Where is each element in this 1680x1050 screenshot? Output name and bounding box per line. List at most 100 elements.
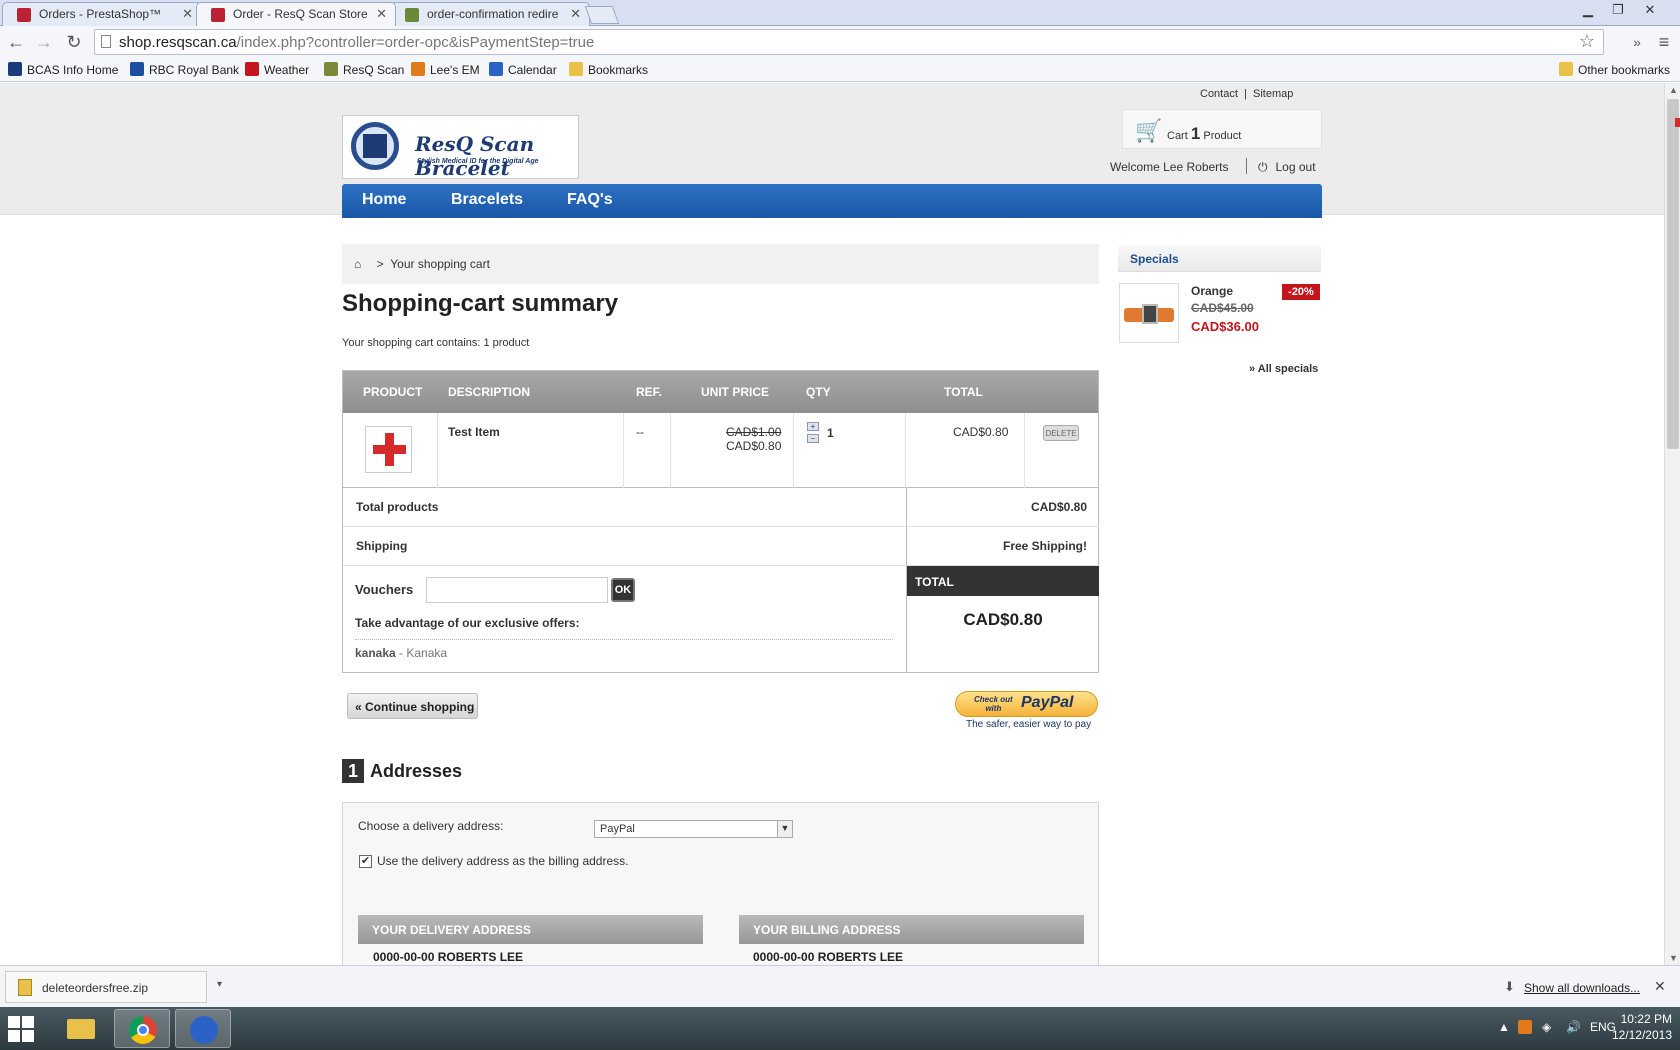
- bookmark-calendar[interactable]: Calendar: [489, 62, 557, 77]
- scroll-up-icon[interactable]: ▲: [1669, 85, 1678, 95]
- voucher-ok-button[interactable]: OK: [611, 578, 635, 602]
- nav-bracelets[interactable]: Bracelets: [451, 191, 523, 209]
- contact-link[interactable]: Contact: [1200, 88, 1238, 100]
- voucher-input[interactable]: [426, 577, 608, 603]
- url-host: shop.resqscan.ca: [119, 34, 237, 51]
- main-navigation: Home Bracelets FAQ's: [342, 184, 1322, 218]
- nav-home[interactable]: Home: [362, 191, 406, 209]
- sitemap-link[interactable]: Sitemap: [1253, 88, 1293, 100]
- cart-summary-box[interactable]: 🛒 Cart 1 Product: [1122, 109, 1322, 149]
- delivery-address-select[interactable]: PayPal ▼: [594, 820, 793, 838]
- bookmark-weather[interactable]: Weather: [245, 62, 309, 77]
- home-icon[interactable]: ⌂: [354, 257, 361, 271]
- delete-button[interactable]: DELETE: [1043, 425, 1079, 441]
- network-icon[interactable]: ◈: [1542, 1020, 1551, 1034]
- bookmark-label: BCAS Info Home: [27, 63, 119, 77]
- top-links-divider: |: [1244, 88, 1247, 100]
- paypal-checkout-button[interactable]: Check out with PayPal: [955, 691, 1098, 717]
- volume-icon[interactable]: 🔊: [1566, 1020, 1581, 1034]
- offers-heading: Take advantage of our exclusive offers:: [355, 616, 580, 630]
- paypal-logo: PayPal: [1021, 694, 1074, 711]
- restore-icon[interactable]: ❐: [1604, 2, 1632, 18]
- bookmark-bcas[interactable]: BCAS Info Home: [8, 62, 118, 77]
- cart-label: Cart: [1167, 130, 1188, 142]
- download-item[interactable]: deleteordersfree.zip ▾: [5, 971, 222, 1003]
- delivery-address-heading: YOUR DELIVERY ADDRESS: [358, 915, 703, 944]
- same-billing-checkbox[interactable]: ✔: [359, 855, 372, 868]
- system-clock[interactable]: 10:22 PM 12/12/2013: [1600, 1011, 1672, 1043]
- menu-icon[interactable]: ≡: [1652, 32, 1676, 53]
- offer-item[interactable]: kanaka - Kanaka: [355, 639, 893, 660]
- page-title: Shopping-cart summary: [342, 290, 619, 317]
- show-all-downloads-link[interactable]: Show all downloads...: [1524, 981, 1640, 995]
- qty-increase-icon[interactable]: +: [807, 422, 819, 431]
- all-specials-link[interactable]: » All specials: [1249, 363, 1318, 375]
- tab-order-confirmation[interactable]: order-confirmation redire ✕: [390, 2, 590, 26]
- scroll-down-icon[interactable]: ▼: [1669, 953, 1678, 963]
- bookmark-label: RBC Royal Bank: [149, 63, 240, 77]
- tab-title: Orders - PrestaShop™: [39, 7, 162, 21]
- minimize-icon[interactable]: ▁: [1574, 2, 1602, 18]
- file-explorer-icon[interactable]: [53, 1009, 109, 1048]
- tab-order-resq-scan[interactable]: Order - ResQ Scan Store ✕: [196, 2, 396, 26]
- close-window-icon[interactable]: ✕: [1636, 2, 1664, 18]
- bookmark-star-icon[interactable]: ☆: [1579, 31, 1595, 52]
- unit-price: CAD$0.80: [726, 439, 782, 453]
- reload-icon[interactable]: ↻: [62, 32, 86, 53]
- chrome-icon[interactable]: [114, 1009, 170, 1048]
- bookmark-rbc[interactable]: RBC Royal Bank: [130, 62, 239, 77]
- windows-start-icon[interactable]: [8, 1016, 34, 1042]
- extensions-chevron-icon[interactable]: »: [1625, 34, 1649, 50]
- bookmark-lees-em[interactable]: Lee's EM: [411, 62, 480, 77]
- divider: [1246, 158, 1247, 174]
- vertical-scrollbar[interactable]: ▲ ▼: [1664, 83, 1680, 965]
- site-logo[interactable]: ResQ Scan Bracelet Stylish Medical ID fo…: [342, 115, 579, 180]
- product-qty[interactable]: 1: [827, 426, 834, 440]
- bookmark-folder[interactable]: Bookmarks: [569, 62, 648, 77]
- qty-decrease-icon[interactable]: −: [807, 434, 819, 443]
- continue-shopping-button[interactable]: « Continue shopping: [347, 693, 478, 719]
- bookmark-label: Bookmarks: [588, 63, 649, 77]
- special-product-image[interactable]: [1119, 283, 1179, 343]
- close-tab-icon[interactable]: ✕: [570, 6, 581, 22]
- scrollbar-thumb[interactable]: [1667, 99, 1680, 449]
- same-billing-label: Use the delivery address as the billing …: [377, 854, 629, 868]
- col-total: TOTAL: [944, 385, 983, 399]
- col-unit-price: UNIT PRICE: [701, 385, 770, 399]
- close-icon[interactable]: ✕: [1654, 978, 1666, 995]
- divider: [793, 413, 794, 488]
- chevron-down-icon: ▼: [777, 821, 792, 837]
- logout-link[interactable]: ⏻ Log out: [1258, 160, 1316, 175]
- specials-heading[interactable]: Specials: [1118, 246, 1321, 272]
- close-tab-icon[interactable]: ✕: [182, 6, 193, 22]
- shipping-value: Free Shipping!: [907, 527, 1099, 566]
- bookmark-label: Weather: [264, 63, 310, 77]
- nav-faqs[interactable]: FAQ's: [567, 191, 613, 209]
- close-tab-icon[interactable]: ✕: [376, 6, 387, 22]
- product-image[interactable]: [365, 426, 412, 473]
- forward-arrow-icon[interactable]: →: [32, 32, 56, 53]
- page-icon: [101, 35, 111, 48]
- billing-address-name: 0000-00-00 ROBERTS LEE: [753, 950, 904, 964]
- back-arrow-icon[interactable]: ←: [4, 32, 28, 53]
- bookmark-resq-scan[interactable]: ResQ Scan: [324, 62, 404, 77]
- tray-app-icon[interactable]: [1518, 1020, 1532, 1034]
- thunderbird-icon[interactable]: [175, 1009, 231, 1048]
- product-name[interactable]: Test Item: [448, 425, 500, 439]
- start-pane: [8, 1030, 20, 1042]
- old-unit-price: CAD$1.00: [726, 425, 782, 439]
- divider: [437, 413, 438, 488]
- chevron-down-icon[interactable]: ▾: [217, 979, 222, 990]
- breadcrumb-separator: >: [376, 257, 384, 271]
- windows-taskbar: ▲ ◈ 🔊 ENG 10:22 PM 12/12/2013: [0, 1007, 1680, 1050]
- tab-orders-prestashop[interactable]: Orders - PrestaShop™ ✕: [2, 2, 202, 26]
- show-hidden-icons-icon[interactable]: ▲: [1498, 1020, 1510, 1034]
- star-of-life-icon: [8, 62, 22, 76]
- resq-icon: [324, 62, 338, 76]
- new-tab-button[interactable]: [584, 6, 620, 24]
- other-bookmarks[interactable]: Other bookmarks: [1559, 62, 1670, 77]
- special-product-name[interactable]: Orange: [1191, 284, 1233, 298]
- download-shelf: deleteordersfree.zip ▾ ⬇ Show all downlo…: [0, 965, 1680, 1007]
- address-bar[interactable]: shop.resqscan.ca/index.php?controller=or…: [94, 29, 1604, 55]
- vouchers-label: Vouchers: [355, 582, 414, 597]
